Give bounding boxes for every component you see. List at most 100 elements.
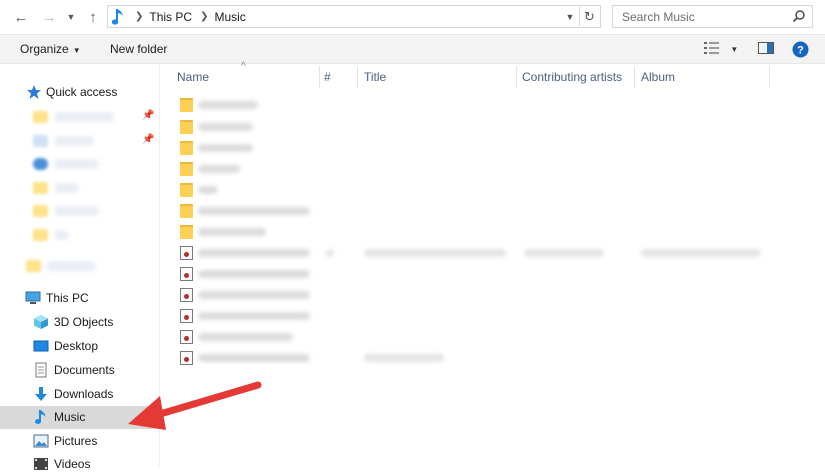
blurred-name: [198, 207, 310, 215]
pin-icon: 📌: [142, 110, 155, 121]
recent-locations-button[interactable]: ▼: [60, 6, 82, 28]
computer-icon: [25, 291, 41, 304]
nav-videos[interactable]: Videos: [0, 453, 159, 476]
view-options-button[interactable]: ▼: [703, 40, 738, 59]
list-item[interactable]: [180, 180, 820, 200]
column-header-title[interactable]: Title: [364, 64, 386, 89]
blurred-name: [198, 270, 310, 278]
column-header-album[interactable]: Album: [641, 64, 675, 89]
nav-pictures[interactable]: Pictures: [0, 430, 159, 453]
help-icon: ?: [792, 41, 809, 58]
column-header-number[interactable]: #: [324, 64, 331, 89]
nav-item-label: 3D Objects: [54, 315, 114, 329]
blurred-name: [198, 249, 310, 257]
nav-quick-access[interactable]: Quick access: [0, 81, 159, 104]
nav-item-label: Desktop: [54, 339, 99, 353]
column-label: Title: [364, 69, 387, 84]
blurred-item: [54, 183, 79, 193]
caret-down-icon: ▼: [730, 45, 739, 54]
folder-icon: [33, 111, 48, 123]
breadcrumb-music[interactable]: Music: [214, 10, 245, 24]
breadcrumb-this-pc[interactable]: This PC: [149, 10, 192, 24]
blurred-name: [198, 186, 218, 194]
list-item[interactable]: [180, 138, 820, 158]
blurred-name: [198, 312, 310, 320]
organize-label: Organize: [20, 42, 69, 56]
blurred-track: [326, 249, 334, 257]
list-item[interactable]: [180, 243, 820, 263]
column-header-artists[interactable]: Contributing artists: [522, 64, 622, 89]
desktop-icon: [33, 340, 49, 352]
list-item[interactable]: [180, 348, 820, 368]
breadcrumb-separator: ❯: [200, 11, 209, 22]
command-bar: Organize ▼ New folder ▼ ?: [0, 34, 825, 64]
navigation-pane: Quick access 📌 📌 This PC 3D Objects Desk…: [0, 64, 160, 471]
column-label: Name: [177, 69, 210, 84]
list-item[interactable]: [180, 201, 820, 221]
list-item[interactable]: [180, 327, 820, 347]
audio-file-icon: [180, 351, 193, 365]
audio-file-icon: [180, 309, 193, 323]
downloads-icon: [35, 387, 47, 401]
folder-icon: [180, 225, 193, 239]
blurred-name: [198, 123, 253, 131]
column-divider[interactable]: [634, 66, 635, 88]
address-dropdown-button[interactable]: ▼: [562, 8, 578, 25]
address-bar-row: ← → ▼ ↑ ❯ This PC ❯ Music ▼ ↻: [0, 0, 825, 34]
folder-icon: [33, 182, 48, 194]
blurred-name: [198, 228, 266, 236]
refresh-button[interactable]: ↻: [579, 7, 599, 26]
up-button[interactable]: ↑: [82, 6, 104, 28]
blurred-name: [198, 291, 310, 299]
videos-icon: [34, 458, 48, 470]
nav-item-label: Music: [54, 410, 86, 424]
column-divider[interactable]: [516, 66, 517, 88]
list-item[interactable]: [180, 117, 820, 137]
blurred-album: [641, 249, 761, 257]
nav-item-label: Documents: [54, 363, 115, 377]
audio-file-icon: [180, 330, 193, 344]
list-item[interactable]: [180, 159, 820, 179]
nav-documents[interactable]: Documents: [0, 359, 159, 382]
blurred-item: [46, 261, 96, 271]
nav-this-pc[interactable]: This PC: [0, 287, 159, 310]
3d-objects-icon: [34, 315, 48, 329]
back-button[interactable]: ←: [10, 6, 32, 28]
music-note-icon: [111, 8, 123, 25]
column-divider[interactable]: [319, 66, 320, 88]
preview-pane-button[interactable]: [757, 40, 775, 59]
nav-desktop[interactable]: Desktop: [0, 335, 159, 358]
list-item[interactable]: [180, 264, 820, 284]
preview-pane-icon: [758, 42, 774, 54]
nav-3d-objects[interactable]: 3D Objects: [0, 311, 159, 334]
address-box[interactable]: ❯ This PC ❯ Music ▼ ↻: [107, 5, 601, 28]
column-label: Album: [641, 69, 676, 84]
search-input[interactable]: [620, 8, 784, 25]
new-folder-button[interactable]: New folder: [110, 42, 167, 56]
organize-button[interactable]: Organize ▼: [20, 42, 81, 56]
column-header-name[interactable]: Name ^: [177, 61, 246, 89]
help-button[interactable]: ?: [792, 41, 809, 61]
audio-file-icon: [180, 288, 193, 302]
folder-icon: [180, 120, 193, 134]
nav-music[interactable]: Music: [0, 406, 159, 429]
nav-downloads[interactable]: Downloads: [0, 383, 159, 406]
list-item[interactable]: [180, 285, 820, 305]
folder-icon: [180, 204, 193, 218]
list-item[interactable]: [180, 95, 820, 115]
search-icon: [792, 10, 805, 23]
svg-text:?: ?: [797, 45, 804, 57]
column-divider[interactable]: [357, 66, 358, 88]
pin-icon: 📌: [142, 134, 155, 145]
blurred-item: [54, 206, 99, 216]
arrow-right-icon: →: [41, 8, 57, 26]
search-box[interactable]: [612, 5, 813, 28]
list-item[interactable]: [180, 222, 820, 242]
cloud-icon: [33, 158, 48, 170]
audio-file-icon: [180, 246, 193, 260]
list-item[interactable]: [180, 306, 820, 326]
blurred-name: [198, 101, 258, 109]
documents-icon: [35, 362, 47, 378]
column-divider[interactable]: [769, 66, 770, 88]
forward-button[interactable]: →: [38, 6, 60, 28]
